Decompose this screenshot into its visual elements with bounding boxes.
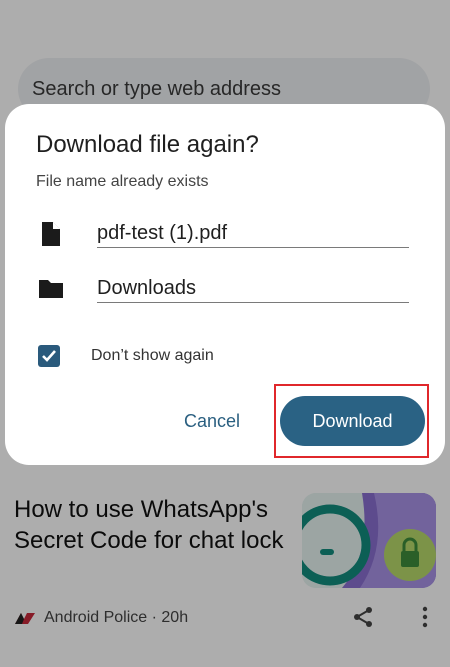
- dont-show-again-checkbox[interactable]: [38, 345, 60, 367]
- cancel-button[interactable]: Cancel: [173, 398, 251, 444]
- file-name-field[interactable]: pdf-test (1).pdf: [97, 219, 409, 248]
- dialog-title: Download file again?: [36, 131, 259, 158]
- download-button[interactable]: Download: [280, 396, 425, 446]
- download-again-dialog: Download file again? File name already e…: [5, 104, 445, 465]
- folder-icon: [39, 280, 63, 298]
- check-icon: [42, 350, 56, 362]
- dont-show-again-label[interactable]: Don’t show again: [91, 347, 214, 365]
- file-icon: [42, 222, 60, 246]
- download-location-field[interactable]: Downloads: [97, 274, 409, 303]
- dialog-subtitle: File name already exists: [36, 173, 209, 190]
